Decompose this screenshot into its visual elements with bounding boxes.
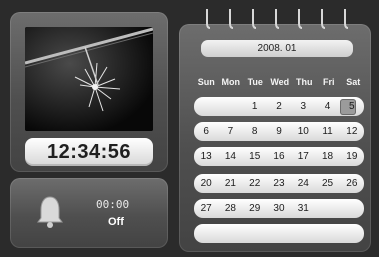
calendar-week-row: 20 21 22 23 24 25 26 xyxy=(194,174,364,193)
day-cell[interactable]: 23 xyxy=(267,178,291,189)
day-cell[interactable]: 10 xyxy=(291,126,315,137)
day-cell[interactable]: 3 xyxy=(291,101,315,112)
day-cell[interactable]: 25 xyxy=(315,178,339,189)
day-cell[interactable]: 1 xyxy=(243,101,267,112)
weekday-label: Tue xyxy=(247,77,263,87)
day-cell[interactable]: 21 xyxy=(218,178,242,189)
day-cell[interactable]: 14 xyxy=(218,151,242,162)
day-cell[interactable]: 11 xyxy=(315,126,339,137)
ring-icon xyxy=(275,9,280,29)
day-cell[interactable]: 7 xyxy=(218,126,242,137)
day-cell[interactable]: 18 xyxy=(315,151,339,162)
ring-icon xyxy=(229,9,234,29)
day-cell[interactable]: 27 xyxy=(194,203,218,214)
weekday-label: Mon xyxy=(221,77,241,87)
day-cell[interactable]: 2 xyxy=(267,101,291,112)
day-cell[interactable]: 24 xyxy=(291,178,315,189)
alarm-status: Off xyxy=(108,216,124,228)
day-cell[interactable]: 12 xyxy=(340,126,364,137)
bell-icon xyxy=(37,196,63,228)
weekday-label: Thu xyxy=(296,77,313,87)
day-cell[interactable]: 28 xyxy=(218,203,242,214)
calendar-week-row: 13 14 15 16 17 18 19 xyxy=(194,147,364,166)
alarm-time: 00:00 xyxy=(96,198,130,211)
weekday-label: Sun xyxy=(197,77,215,87)
alarm-panel[interactable]: 00:00 Off xyxy=(10,178,168,248)
day-cell[interactable]: 16 xyxy=(267,151,291,162)
ring-icon xyxy=(298,9,303,29)
dandelion-photo xyxy=(25,27,153,131)
photo-image xyxy=(25,27,153,131)
day-cell[interactable]: 30 xyxy=(267,203,291,214)
weekday-label: Sat xyxy=(346,77,361,87)
month-label: 2008. 01 xyxy=(257,43,297,54)
calendar-rings xyxy=(199,8,365,34)
weekday-label: Fri xyxy=(322,77,335,87)
day-cell[interactable]: 13 xyxy=(194,151,218,162)
calendar-week-row: 6 7 8 9 10 11 12 xyxy=(194,122,364,141)
day-cell[interactable]: 17 xyxy=(291,151,315,162)
calendar-week-row xyxy=(194,224,364,243)
day-cell[interactable]: 6 xyxy=(194,126,218,137)
weekday-label: Wed xyxy=(270,77,290,87)
clock-time: 12:34:56 xyxy=(46,140,132,163)
day-cell[interactable]: 9 xyxy=(267,126,291,137)
ring-icon xyxy=(344,9,349,29)
calendar-week-row: 27 28 29 30 31 xyxy=(194,199,364,218)
day-cell[interactable]: 26 xyxy=(340,178,364,189)
day-cell[interactable]: 31 xyxy=(291,203,315,214)
day-cell[interactable]: 20 xyxy=(194,178,218,189)
day-cell[interactable]: 4 xyxy=(315,101,339,112)
calendar-week-row: 1 2 3 4 5 xyxy=(194,97,364,116)
ring-icon xyxy=(206,9,211,29)
weekday-header: Sun Mon Tue Wed Thu Fri Sat xyxy=(194,77,366,89)
day-cell[interactable]: 8 xyxy=(243,126,267,137)
clock-display: 12:34:56 xyxy=(25,138,153,166)
day-cell[interactable]: 29 xyxy=(243,203,267,214)
month-label-box[interactable]: 2008. 01 xyxy=(201,40,353,57)
day-cell[interactable]: 22 xyxy=(243,178,267,189)
day-cell[interactable]: 5 xyxy=(340,101,364,112)
ring-icon xyxy=(252,9,257,29)
day-cell[interactable]: 19 xyxy=(340,151,364,162)
photo-clock-panel: 12:34:56 xyxy=(10,12,168,172)
ring-icon xyxy=(321,9,326,29)
photo-frame-screen: 12:34:56 00:00 Off 2008. 01 Sun Mon Tue … xyxy=(0,0,379,257)
day-cell[interactable]: 15 xyxy=(243,151,267,162)
